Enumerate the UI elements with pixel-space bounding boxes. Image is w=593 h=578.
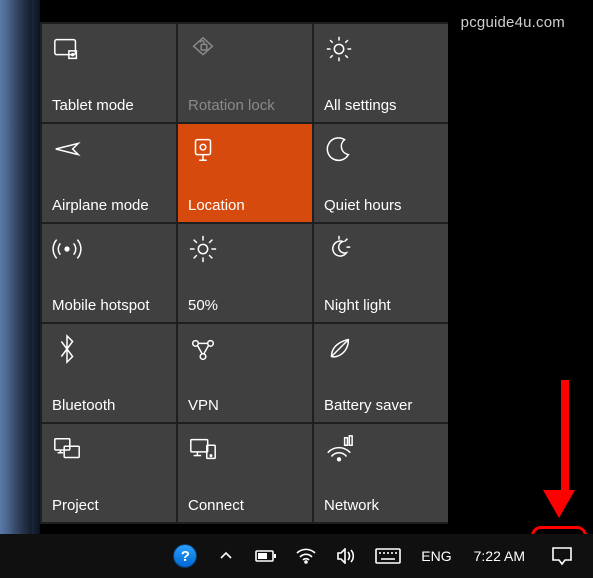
tile-location[interactable]: Location	[178, 124, 312, 222]
battery-tray[interactable]	[255, 534, 277, 578]
tile-vpn[interactable]: VPN	[178, 324, 312, 422]
tile-label: Location	[188, 197, 306, 214]
project-icon	[52, 434, 82, 464]
tile-label: Connect	[188, 497, 306, 514]
sun-icon	[188, 234, 218, 264]
keyboard-icon	[375, 548, 401, 564]
battery-icon	[255, 549, 277, 563]
screenshot-root: pcguide4u.com Tablet mode Rotation lock	[0, 0, 593, 578]
gear-icon	[324, 34, 354, 64]
tile-rotation-lock[interactable]: Rotation lock	[178, 24, 312, 122]
input-keyboard-tray[interactable]	[375, 534, 401, 578]
hotspot-icon	[52, 234, 82, 264]
moon-icon	[324, 134, 354, 164]
tile-brightness[interactable]: 50%	[178, 224, 312, 322]
taskbar: ? ENG 7:22 AM	[0, 534, 593, 578]
tile-label: Night light	[324, 297, 442, 314]
help-button[interactable]: ?	[173, 534, 197, 578]
bluetooth-icon	[52, 334, 82, 364]
tile-label: Bluetooth	[52, 397, 170, 414]
network-icon	[324, 434, 354, 464]
volume-tray[interactable]	[335, 534, 357, 578]
location-icon	[188, 134, 218, 164]
tile-connect[interactable]: Connect	[178, 424, 312, 522]
tile-project[interactable]: Project	[42, 424, 176, 522]
wifi-icon	[296, 548, 316, 564]
tile-all-settings[interactable]: All settings	[314, 24, 448, 122]
watermark-text: pcguide4u.com	[461, 14, 565, 31]
quick-action-grid: Tablet mode Rotation lock All settings	[40, 22, 448, 524]
leaf-icon	[324, 334, 354, 364]
tile-label: 50%	[188, 297, 306, 314]
tile-label: All settings	[324, 97, 442, 114]
tablet-mode-icon	[52, 34, 82, 64]
tile-label: Mobile hotspot	[52, 297, 170, 314]
annotation-arrow	[555, 380, 575, 518]
tile-network[interactable]: Network	[314, 424, 448, 522]
tile-label: Project	[52, 497, 170, 514]
speaker-icon	[336, 548, 356, 564]
clock[interactable]: 7:22 AM	[472, 534, 527, 578]
chevron-up-icon	[219, 549, 233, 563]
language-indicator[interactable]: ENG	[419, 534, 453, 578]
tile-mobile-hotspot[interactable]: Mobile hotspot	[42, 224, 176, 322]
tile-label: Network	[324, 497, 442, 514]
desktop-background-sliver	[0, 0, 40, 578]
tray-chevron-up[interactable]	[215, 534, 237, 578]
action-center-button[interactable]	[545, 539, 579, 573]
tile-airplane-mode[interactable]: Airplane mode	[42, 124, 176, 222]
tile-label: Tablet mode	[52, 97, 170, 114]
help-icon: ?	[173, 544, 197, 568]
airplane-icon	[52, 134, 82, 164]
vpn-icon	[188, 334, 218, 364]
connect-icon	[188, 434, 218, 464]
tile-battery-saver[interactable]: Battery saver	[314, 324, 448, 422]
action-center-quick-actions: Tablet mode Rotation lock All settings	[40, 22, 448, 524]
tile-label: VPN	[188, 397, 306, 414]
tile-label: Rotation lock	[188, 97, 306, 114]
action-center-icon	[551, 545, 573, 567]
tile-label: Battery saver	[324, 397, 442, 414]
rotation-lock-icon	[188, 34, 218, 64]
tile-bluetooth[interactable]: Bluetooth	[42, 324, 176, 422]
night-light-icon	[324, 234, 354, 264]
tile-tablet-mode[interactable]: Tablet mode	[42, 24, 176, 122]
tile-label: Quiet hours	[324, 197, 442, 214]
tile-quiet-hours[interactable]: Quiet hours	[314, 124, 448, 222]
tile-night-light[interactable]: Night light	[314, 224, 448, 322]
wifi-tray[interactable]	[295, 534, 317, 578]
tile-label: Airplane mode	[52, 197, 170, 214]
